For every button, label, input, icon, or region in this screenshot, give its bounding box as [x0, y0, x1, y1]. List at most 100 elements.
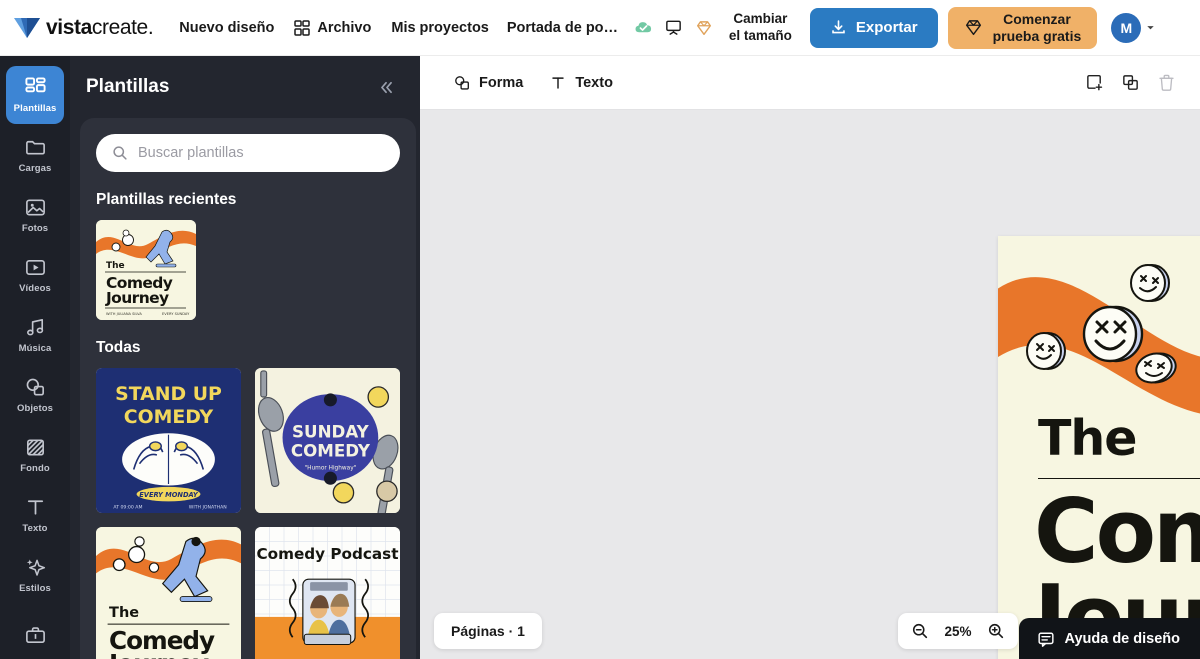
sidebar-item-fotos-label: Fotos: [21, 223, 49, 234]
start-free-trial-button[interactable]: Comenzar prueba gratis: [947, 6, 1098, 49]
app-logo[interactable]: vistacreate.: [14, 15, 154, 40]
account-menu[interactable]: M: [1111, 12, 1156, 43]
nav-new-design[interactable]: Nuevo diseño: [169, 12, 284, 44]
templates-panel: Plantillas Plantilla: [70, 56, 420, 659]
trial-line-1: Comenzar: [1003, 10, 1071, 27]
canvas-area[interactable]: The Comedy Journey With Juliana Silva Ev…: [420, 110, 1200, 659]
recent-templates-grid: The Comedy Journey WITH JULIANA SILVA EV…: [96, 220, 400, 320]
presentation-icon[interactable]: [659, 13, 689, 43]
zoom-in-icon[interactable]: [982, 617, 1010, 645]
svg-text:"Humor Highway": "Humor Highway": [304, 466, 356, 472]
export-button[interactable]: Exportar: [809, 7, 938, 48]
logo-dot: .: [147, 15, 154, 39]
chat-icon: [1037, 632, 1054, 647]
sidebar-item-objetos[interactable]: Objetos: [6, 366, 64, 424]
template-card-comedy-journey-recent[interactable]: The Comedy Journey WITH JULIANA SILVA EV…: [96, 220, 196, 320]
resize-line-2: el tamaño: [728, 27, 792, 43]
template-card-sunday-comedy[interactable]: SUNDAY COMEDY "Humor Highway": [255, 368, 400, 513]
all-templates-title: Todas: [96, 339, 141, 356]
shapes-icon: [455, 75, 469, 90]
sidebar-item-texto-label: Texto: [22, 523, 48, 534]
sidebar-item-fondo-label: Fondo: [20, 463, 50, 474]
logo-light: create: [91, 15, 148, 39]
sidebar-item-estilos[interactable]: Estilos: [6, 546, 64, 604]
premium-diamond-icon[interactable]: [689, 13, 719, 43]
logo-bold: vista: [46, 15, 92, 39]
chevron-down-icon: [1147, 26, 1154, 30]
nav-new-design-label: Nuevo diseño: [179, 19, 275, 36]
sidebar-item-plantillas[interactable]: Plantillas: [6, 66, 64, 124]
nav-archive[interactable]: Archivo: [284, 12, 381, 44]
sidebar-item-fondo[interactable]: Fondo: [6, 426, 64, 484]
svg-text:The: The: [109, 605, 139, 621]
shape-tool-button[interactable]: Forma: [442, 67, 534, 99]
canvas-toolbar: Forma Texto: [420, 56, 1200, 110]
sparkle-icon: [26, 559, 45, 576]
svg-text:The: The: [106, 261, 125, 271]
panel-inner: Plantillas recientes: [80, 134, 416, 659]
template-thumbnail: The Comedy Journey WITH JULIANA SILVA EV…: [96, 220, 196, 320]
pages-indicator[interactable]: Páginas · 1: [434, 613, 542, 649]
left-rail: Plantillas Cargas Fotos Vídeos Música Ob…: [0, 56, 70, 659]
download-icon: [832, 20, 845, 34]
video-icon: [25, 259, 45, 276]
design-title-line-2: Comedy: [1034, 480, 1200, 583]
text-icon: [27, 500, 43, 515]
delete-page-icon: [1150, 67, 1182, 99]
sidebar-item-videos-label: Vídeos: [19, 283, 51, 294]
vistacreate-logo-icon: [14, 17, 40, 38]
template-thumbnail: The Comedy Journey: [96, 527, 241, 659]
svg-text:COMEDY: COMEDY: [124, 407, 214, 428]
sidebar-item-musica[interactable]: Música: [6, 306, 64, 364]
sidebar-item-cargas-label: Cargas: [18, 163, 52, 174]
template-card-comedy-journey[interactable]: The Comedy Journey: [96, 527, 241, 659]
svg-text:Journey: Journey: [105, 289, 169, 307]
sidebar-item-estilos-label: Estilos: [19, 583, 51, 594]
template-card-comedy-podcast[interactable]: Comedy Podcast: [255, 527, 400, 659]
sidebar-item-videos[interactable]: Vídeos: [6, 246, 64, 304]
text-tool-button[interactable]: Texto: [538, 67, 624, 99]
all-templates-grid: STAND UP COMEDY EVERY MONDAY AT 09:00 AM…: [96, 368, 400, 659]
panel-content: Plantillas recientes: [80, 118, 416, 659]
collapse-panel-button[interactable]: [372, 73, 400, 101]
sidebar-item-plantillas-label: Plantillas: [13, 103, 57, 114]
trial-line-2: prueba gratis: [992, 27, 1082, 44]
editor-body: Plantillas Cargas Fotos Vídeos Música Ob…: [0, 56, 1200, 659]
artboard[interactable]: The Comedy Journey With Juliana Silva Ev…: [998, 236, 1200, 659]
search-input[interactable]: [138, 145, 384, 161]
grid-icon: [294, 19, 311, 36]
briefcase-icon: [25, 626, 45, 643]
sidebar-item-texto[interactable]: Texto: [6, 486, 64, 544]
add-page-icon[interactable]: [1078, 67, 1110, 99]
trial-button-labels: Comenzar prueba gratis: [993, 11, 1082, 45]
search-templates[interactable]: [96, 134, 400, 172]
svg-text:COMEDY: COMEDY: [291, 441, 371, 460]
design-title-line-1: The: [1038, 410, 1138, 467]
sidebar-item-cargas[interactable]: Cargas: [6, 126, 64, 184]
vistacreate-editor: vistacreate. Nuevo diseño Archivo Mis pr…: [0, 0, 1200, 659]
shapes-icon: [26, 378, 44, 396]
photo-icon: [25, 199, 45, 216]
design-help-button[interactable]: Ayuda de diseño: [1018, 618, 1200, 659]
export-button-label: Exportar: [855, 19, 918, 36]
music-icon: [26, 319, 43, 336]
template-thumbnail: Comedy Podcast: [255, 527, 400, 659]
templates-icon: [24, 77, 46, 93]
background-icon: [26, 439, 44, 456]
nav-archive-label: Archivo: [317, 19, 372, 36]
svg-text:AT 09:00 AM: AT 09:00 AM: [113, 505, 142, 511]
sidebar-item-fotos[interactable]: Fotos: [6, 186, 64, 244]
zoom-out-icon[interactable]: [906, 617, 934, 645]
nav-my-projects[interactable]: Mis proyectos: [381, 12, 499, 44]
duplicate-page-icon[interactable]: [1114, 67, 1146, 99]
document-title[interactable]: Portada de pod...: [499, 12, 629, 44]
svg-text:SUNDAY: SUNDAY: [292, 423, 370, 442]
svg-text:EVERY MONDAY: EVERY MONDAY: [139, 491, 199, 499]
sidebar-item-marca[interactable]: [6, 606, 64, 659]
cloud-saved-icon: [629, 13, 659, 43]
editor-area: Forma Texto The Com Jou Páginas · 1 25% …: [420, 56, 1200, 659]
panel-header: Plantillas: [70, 56, 420, 118]
template-card-stand-up-comedy[interactable]: STAND UP COMEDY EVERY MONDAY AT 09:00 AM…: [96, 368, 241, 513]
resize-button[interactable]: Cambiar el tamaño: [719, 6, 802, 49]
zoom-value: 25%: [944, 623, 972, 639]
